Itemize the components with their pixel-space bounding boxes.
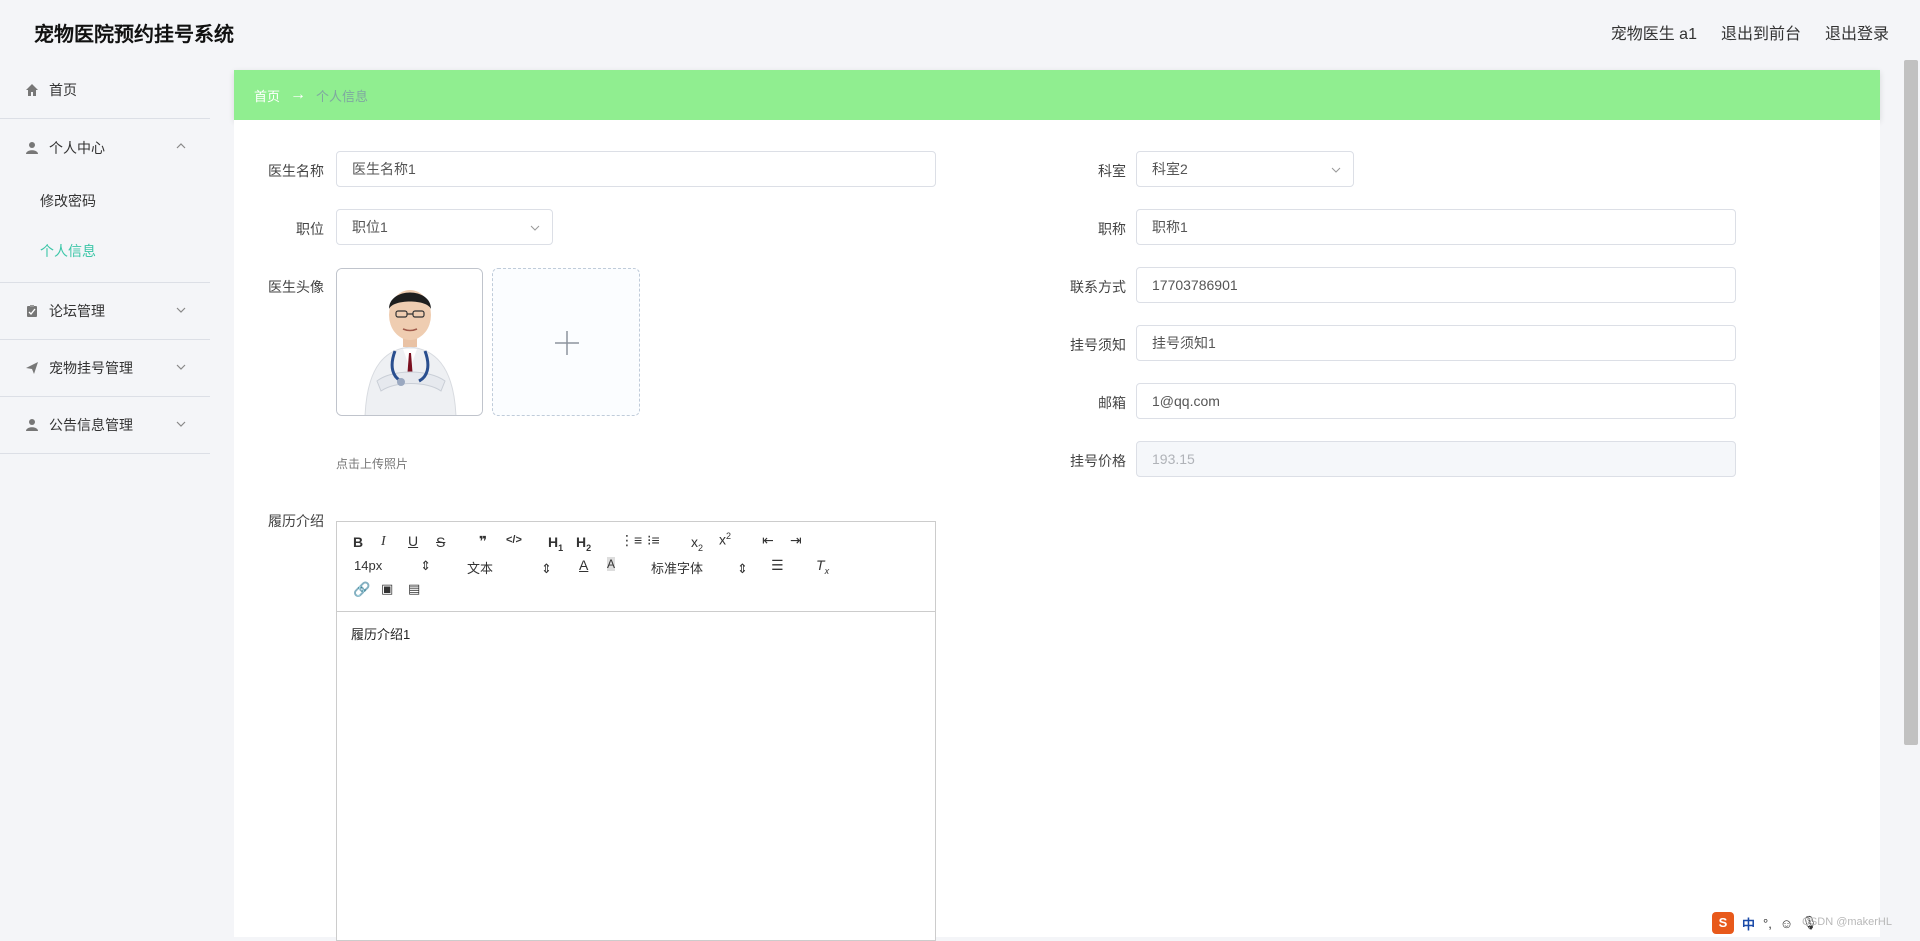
editor-content[interactable]: 履历介绍1 (337, 612, 935, 655)
align-button[interactable]: ☰ (771, 557, 784, 574)
sidebar: 首页 个人中心 修改密码 个人信息 论坛管理 宠物挂号管理 公告信息管理 (0, 62, 210, 937)
doctor-name-input[interactable]: 医生名称1 (336, 151, 936, 187)
user-icon (24, 417, 40, 433)
sidebar-item-label: 论坛管理 (49, 303, 105, 319)
select-arrows-icon: ⇕ (737, 561, 748, 576)
contact-input[interactable]: 17703786901 (1136, 267, 1736, 303)
ime-logo-icon[interactable]: S (1712, 912, 1734, 934)
sidebar-item-label: 宠物挂号管理 (49, 360, 133, 376)
strike-button[interactable]: S (436, 534, 445, 550)
font-color-button[interactable]: A (579, 557, 588, 573)
sidebar-item-label: 公告信息管理 (49, 417, 133, 433)
sidebar-item-forum[interactable]: 论坛管理 (0, 283, 210, 340)
emoji-icon[interactable]: ☺ (1780, 916, 1793, 931)
notice-label: 挂号须知 (1070, 337, 1126, 353)
doctor-photo-icon (337, 269, 482, 415)
breadcrumb-current: 个人信息 (316, 88, 369, 104)
background-color-button[interactable]: A (607, 557, 616, 571)
personal-center-submenu: 修改密码 个人信息 (0, 176, 210, 283)
avatar-label: 医生头像 (268, 279, 324, 295)
title-input[interactable]: 职称1 (1136, 209, 1736, 245)
paper-plane-icon (24, 360, 40, 376)
title-label: 职称 (1098, 221, 1126, 237)
email-label: 邮箱 (1098, 395, 1126, 411)
clear-format-button[interactable]: Tx (816, 557, 829, 576)
app-title: 宠物医院预约挂号系统 (34, 24, 234, 46)
superscript-button[interactable]: x2 (719, 531, 731, 548)
sidebar-item-personal-center[interactable]: 个人中心 (0, 119, 210, 176)
position-select[interactable]: 职位1 (336, 209, 553, 245)
chevron-down-icon (176, 364, 186, 370)
department-value: 科室2 (1152, 161, 1188, 177)
to-front-link[interactable]: 退出到前台 (1721, 20, 1801, 44)
home-icon (24, 82, 40, 98)
outdent-button[interactable]: ⇤ (762, 532, 774, 549)
header-actions: 宠物医生 a1 退出到前台 退出登录 (1611, 20, 1889, 44)
chevron-down-icon (1331, 167, 1341, 173)
top-header: 宠物医院预约挂号系统 宠物医生 a1 退出到前台 退出登录 (0, 0, 1920, 62)
upload-hint: 点击上传照片 (336, 457, 409, 471)
position-value: 职位1 (352, 219, 388, 235)
font-family-value: 标准字体 (651, 561, 704, 576)
department-select[interactable]: 科室2 (1136, 151, 1354, 187)
underline-button[interactable]: U (408, 533, 418, 549)
current-user: 宠物医生 a1 (1610, 26, 1697, 43)
font-family-select[interactable]: 标准字体 ⇕ (651, 558, 748, 577)
email-input[interactable]: 1@qq.com (1136, 383, 1736, 419)
chevron-down-icon (530, 225, 540, 231)
sidebar-item-notice[interactable]: 公告信息管理 (0, 397, 210, 454)
block-type-value: 文本 (467, 561, 494, 576)
logout-link[interactable]: 退出登录 (1825, 20, 1889, 44)
font-size-value: 14px (354, 558, 383, 573)
editor-toolbar: B I U S ❞ </> H1 H2 ⋮≡ ⁝≡ x2 x2 ⇤ ⇥ 14px… (337, 522, 935, 612)
position-label: 职位 (296, 221, 324, 237)
clipboard-icon (24, 303, 40, 319)
contact-label: 联系方式 (1070, 279, 1126, 295)
sidebar-item-home[interactable]: 首页 (0, 62, 210, 119)
sidebar-item-change-password[interactable]: 修改密码 (0, 176, 210, 226)
sidebar-item-profile[interactable]: 个人信息 (0, 226, 210, 276)
ime-language[interactable]: 中 (1742, 914, 1755, 933)
plus-icon (555, 331, 579, 355)
doctor-avatar[interactable] (336, 268, 483, 416)
price-label: 挂号价格 (1070, 453, 1126, 469)
italic-button[interactable]: I (381, 534, 386, 550)
user-icon (24, 140, 40, 156)
department-label: 科室 (1098, 163, 1126, 179)
ime-punctuation[interactable]: °, (1763, 916, 1772, 931)
subscript-button[interactable]: x2 (691, 534, 703, 553)
sidebar-item-registration[interactable]: 宠物挂号管理 (0, 340, 210, 397)
notice-input[interactable]: 挂号须知1 (1136, 325, 1736, 361)
breadcrumb-arrow-icon: → (290, 86, 307, 103)
sidebar-item-label: 个人中心 (49, 139, 105, 156)
ordered-list-button[interactable]: ⋮≡ (620, 532, 642, 549)
link-icon[interactable]: 🔗 (353, 581, 370, 598)
chevron-down-icon (176, 307, 186, 313)
block-type-select[interactable]: 文本 ⇕ (467, 558, 552, 577)
bullet-list-button[interactable]: ⁝≡ (647, 532, 660, 549)
bold-button[interactable]: B (353, 534, 363, 550)
watermark: CSDN @makerHL (1801, 916, 1892, 928)
sidebar-item-label: 首页 (49, 82, 77, 98)
breadcrumb: 首页 → 个人信息 (234, 70, 1880, 120)
doctor-name-label: 医生名称 (268, 163, 324, 179)
upload-photo-button[interactable] (492, 268, 640, 416)
indent-button[interactable]: ⇥ (790, 532, 802, 549)
chevron-down-icon (176, 421, 186, 427)
select-arrows-icon: ⇕ (541, 561, 552, 576)
image-icon[interactable]: ▣ (381, 581, 393, 597)
select-arrows-icon: ⇕ (420, 558, 432, 573)
code-button[interactable]: </> (506, 534, 522, 546)
breadcrumb-home[interactable]: 首页 (254, 86, 280, 105)
rich-text-editor: B I U S ❞ </> H1 H2 ⋮≡ ⁝≡ x2 x2 ⇤ ⇥ 14px… (336, 521, 936, 941)
price-input: 193.15 (1136, 441, 1736, 477)
quote-button[interactable]: ❞ (479, 533, 487, 550)
video-icon[interactable]: ▤ (408, 581, 420, 597)
font-size-select[interactable]: 14px ⇕ (354, 558, 431, 574)
h2-button[interactable]: H2 (576, 534, 591, 553)
chevron-up-icon (176, 143, 186, 149)
h1-button[interactable]: H1 (548, 534, 563, 553)
resume-label: 履历介绍 (268, 513, 324, 529)
page-scrollbar[interactable] (1904, 60, 1918, 745)
